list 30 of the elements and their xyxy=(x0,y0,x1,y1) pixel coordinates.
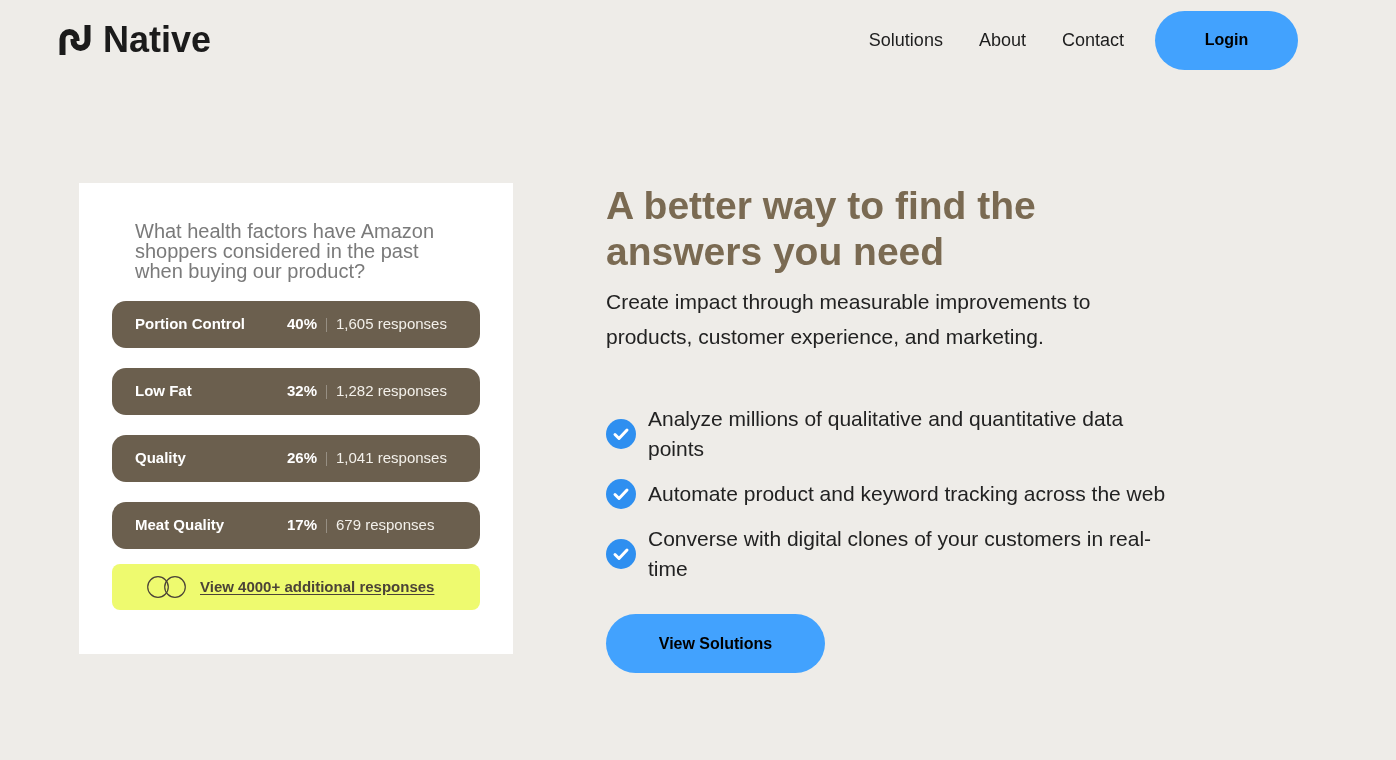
feature-text: Analyze millions of qualitative and quantitative data points xyxy=(648,406,1125,462)
result-count: 679 responses xyxy=(336,515,436,536)
result-percent: 26% xyxy=(286,448,317,469)
result-label: Quality xyxy=(135,448,187,469)
result-percent: 17% xyxy=(286,515,317,536)
nav-link[interactable]: Solutions xyxy=(868,26,943,54)
overlapping-circles-icon xyxy=(147,576,186,598)
nav-link[interactable]: About xyxy=(978,26,1026,54)
view-solutions-button[interactable]: View Solutions xyxy=(606,614,825,673)
logo-icon xyxy=(59,25,91,55)
check-icon xyxy=(606,539,636,569)
login-button[interactable]: Login xyxy=(1155,10,1298,70)
result-percent: 40% xyxy=(286,314,317,335)
result-count: 1,041 responses xyxy=(336,448,448,469)
nav-link[interactable]: Contact xyxy=(1061,26,1124,54)
feature-text: Converse with digital clones of your customers in real-time xyxy=(648,526,1153,582)
result-label: Portion Control xyxy=(135,314,246,335)
more-responses-link[interactable]: View 4000+ additional responses xyxy=(200,575,435,599)
result-count: 1,282 responses xyxy=(336,381,448,402)
hero-headline: A better way to find the answers you need xyxy=(606,183,1037,275)
feature-text: Automate product and keyword tracking across the web xyxy=(648,481,1167,507)
check-icon xyxy=(606,479,636,509)
result-count: 1,605 responses xyxy=(336,314,448,335)
result-label: Low Fat xyxy=(135,381,193,402)
check-icon xyxy=(606,419,636,449)
result-percent: 32% xyxy=(286,381,317,402)
result-label: Meat Quality xyxy=(135,515,226,536)
hero-subtext: Create impact through measurable improvements to products, customer experience, and marketing. xyxy=(606,289,1092,350)
logo-text: Native xyxy=(103,22,212,58)
survey-question: What health factors have Amazon shoppers considered in the past when buying our product? xyxy=(134,221,436,281)
